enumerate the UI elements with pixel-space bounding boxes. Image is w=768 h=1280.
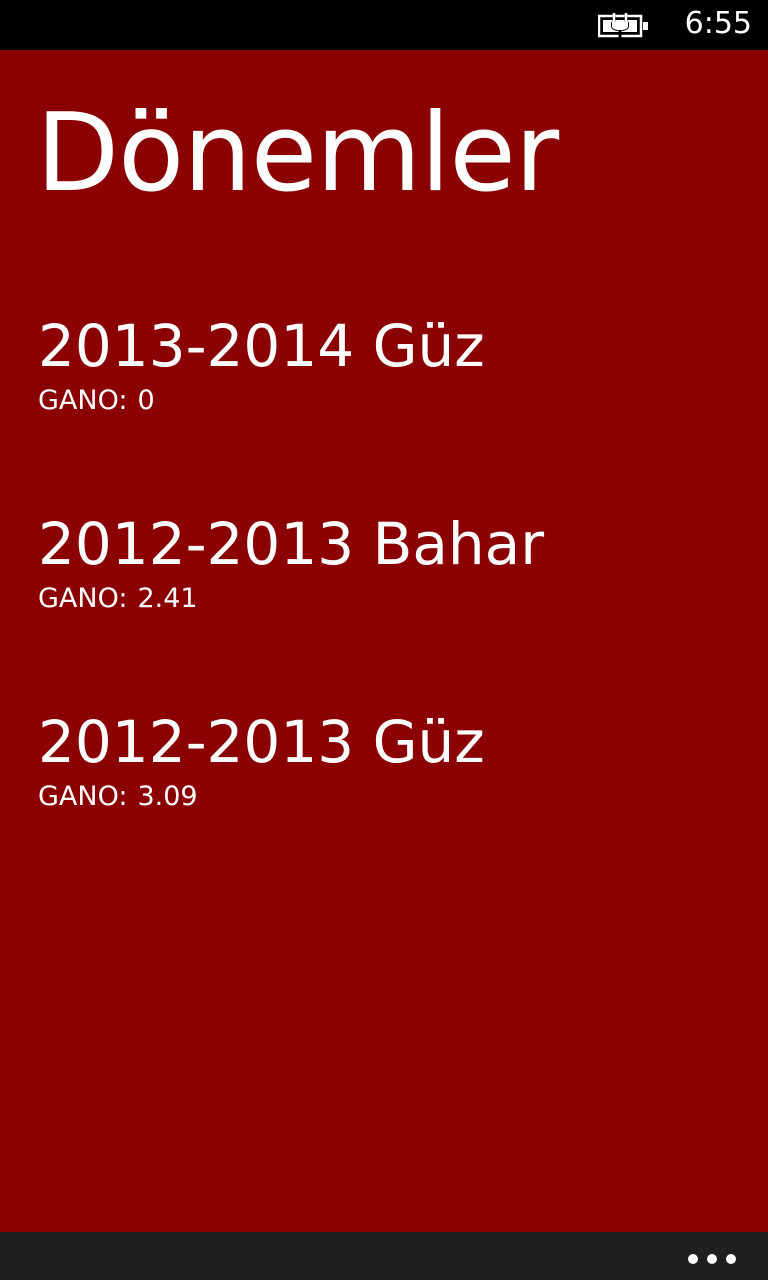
status-bar: 6:55 [0, 0, 768, 50]
gpa-label: GANO: [38, 385, 128, 416]
gpa-label: GANO: [38, 781, 128, 812]
semester-name: 2012-2013 Bahar [38, 510, 545, 578]
more-options-button[interactable] [686, 1242, 738, 1270]
clock: 6:55 [684, 6, 752, 41]
semester-item-2012-2013-bahar[interactable]: 2012-2013 Bahar GANO: 2.41 [38, 510, 738, 616]
gpa-value: 3.09 [137, 781, 198, 812]
gpa-value: 0 [137, 385, 155, 416]
gpa-label: GANO: [38, 583, 128, 614]
gpa-value: 2.41 [137, 583, 198, 614]
gpa-line: GANO: 3.09 [38, 780, 738, 814]
semesters-page: Dönemler 2013-2014 Güz GANO: 0 2012-2013 … [0, 50, 768, 1232]
battery-charging-icon [598, 13, 648, 39]
gpa-line: GANO: 2.41 [38, 582, 738, 616]
semester-name: 2013-2014 Güz [38, 312, 485, 380]
app-bar [0, 1232, 768, 1280]
semester-item-2013-2014-guz[interactable]: 2013-2014 Güz GANO: 0 [38, 312, 738, 418]
gpa-line: GANO: 0 [38, 384, 738, 418]
semester-name: 2012-2013 Güz [38, 708, 485, 776]
page-title: Dönemler [36, 91, 559, 216]
semester-item-2012-2013-guz[interactable]: 2012-2013 Güz GANO: 3.09 [38, 708, 738, 814]
